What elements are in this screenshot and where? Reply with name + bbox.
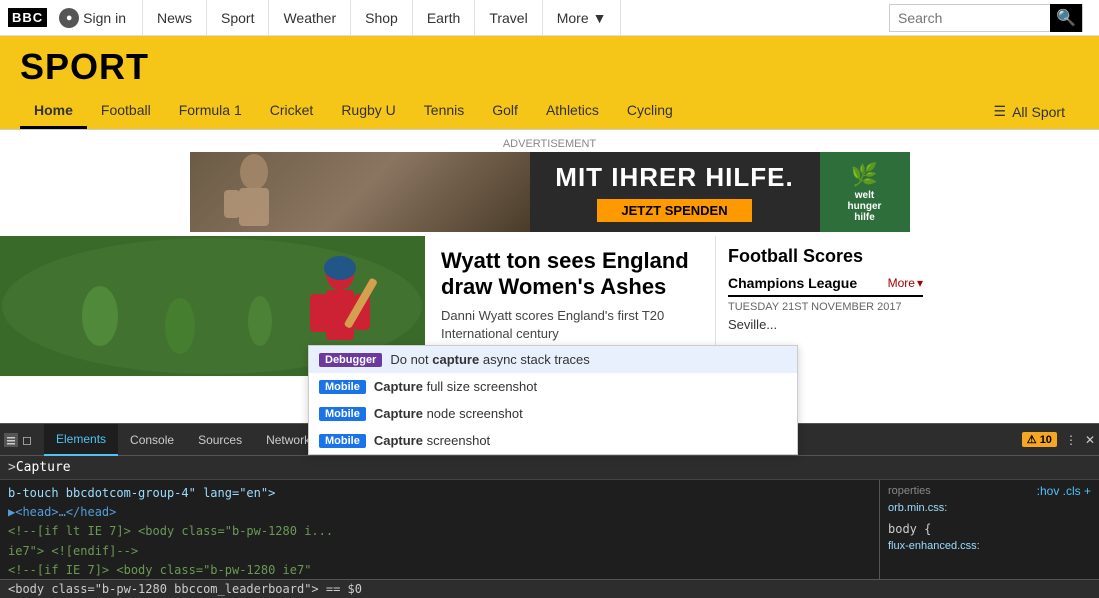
scores-title: Football Scores bbox=[728, 246, 923, 267]
ad-banner: MIT IHRER HILFE. JETZT SPENDEN 🌿 welt hu… bbox=[190, 152, 910, 232]
search-box: 🔍 bbox=[889, 4, 1083, 32]
bbc-logo-text: BBC bbox=[8, 8, 47, 27]
hamburger-icon: ☰ bbox=[994, 103, 1007, 120]
devtools-styles-panel: roperties :hov .cls + orb.min.css: body … bbox=[879, 480, 1099, 579]
autocomplete-item-1[interactable]: Mobile Capture full size screenshot bbox=[309, 373, 797, 400]
autocomplete-dropdown: Debugger Do not capture async stack trac… bbox=[308, 345, 798, 455]
sport-nav-football[interactable]: Football bbox=[87, 94, 165, 129]
nav-earth[interactable]: Earth bbox=[413, 0, 475, 36]
ad-logo-line3: hilfe bbox=[854, 212, 875, 223]
ad-image bbox=[190, 152, 530, 232]
ad-cta-button[interactable]: JETZT SPENDEN bbox=[597, 199, 751, 222]
autocomplete-item-2[interactable]: Mobile Capture node screenshot bbox=[309, 400, 797, 427]
sport-nav-home[interactable]: Home bbox=[20, 94, 87, 129]
sign-in-button[interactable]: ● Sign in bbox=[59, 8, 126, 28]
user-icon: ● bbox=[59, 8, 79, 28]
hov-cls-toggle[interactable]: :hov .cls + bbox=[1037, 484, 1091, 498]
sport-title: SPORT bbox=[20, 46, 1079, 88]
warning-badge: ⚠ 10 bbox=[1022, 432, 1057, 447]
bbc-logo[interactable]: BBC bbox=[8, 8, 47, 27]
sign-in-label: Sign in bbox=[83, 10, 126, 26]
search-button[interactable]: 🔍 bbox=[1050, 4, 1082, 32]
leaf-icon: 🌿 bbox=[851, 162, 878, 188]
nav-more[interactable]: More ▼ bbox=[543, 0, 622, 36]
nav-weather[interactable]: Weather bbox=[269, 0, 351, 36]
autocomplete-item-3[interactable]: Mobile Capture screenshot bbox=[309, 427, 797, 454]
article-headline[interactable]: Wyatt ton sees England draw Women's Ashe… bbox=[441, 248, 699, 301]
top-nav: BBC ● Sign in News Sport Weather Shop Ea… bbox=[0, 0, 1099, 36]
ad-text: MIT IHRER HILFE. JETZT SPENDEN bbox=[530, 154, 820, 230]
sport-nav-rugbyu[interactable]: Rugby U bbox=[327, 94, 409, 129]
advertisement-label: ADVERTISEMENT bbox=[0, 138, 1099, 150]
devtools-bottom-bar: <body class="b-pw-1280 bbccom_leaderboar… bbox=[0, 579, 1099, 598]
command-input-row: > bbox=[0, 456, 1099, 480]
scores-more-button[interactable]: More ▾ bbox=[888, 276, 923, 290]
chevron-down-icon-small: ▾ bbox=[917, 276, 923, 290]
sport-nav-athletics[interactable]: Athletics bbox=[532, 94, 613, 129]
code-line-1: b-touch bbcdotcom-group-4" lang="en"> bbox=[8, 484, 871, 503]
nav-travel[interactable]: Travel bbox=[475, 0, 542, 36]
scores-date: Tuesday 21st November 2017 bbox=[728, 301, 923, 313]
devtools-close-icon[interactable]: ✕ bbox=[1085, 433, 1095, 447]
code-line-4: ie7"> <![endif]--> bbox=[8, 542, 871, 561]
autocomplete-text-1: Capture full size screenshot bbox=[374, 379, 537, 394]
devtools-body: b-touch bbcdotcom-group-4" lang="en"> ▶<… bbox=[0, 480, 1099, 579]
autocomplete-item-0[interactable]: Debugger Do not capture async stack trac… bbox=[309, 346, 797, 373]
code-line-5: <!--[if IE 7]> <body class="b-pw-1280 ie… bbox=[8, 561, 871, 579]
devtools-right-header: roperties :hov .cls + bbox=[888, 484, 1091, 498]
sport-header: SPORT bbox=[0, 36, 1099, 94]
advertisement-section: ADVERTISEMENT MIT IHRER HILFE. JETZT SPE… bbox=[0, 130, 1099, 236]
autocomplete-text-3: Capture screenshot bbox=[374, 433, 490, 448]
devtools-tab-elements[interactable]: Elements bbox=[44, 424, 118, 456]
code-line-2: ▶<head>…</head> bbox=[8, 503, 871, 522]
ad-logo: 🌿 welt hunger hilfe bbox=[820, 152, 910, 232]
nav-news[interactable]: News bbox=[142, 0, 207, 36]
css-ref-1: orb.min.css: bbox=[888, 502, 1091, 514]
sport-nav-formula1[interactable]: Formula 1 bbox=[165, 94, 256, 129]
devtools-panel-icon[interactable]: ◻ bbox=[22, 433, 36, 447]
devtools-toggle[interactable] bbox=[4, 433, 18, 447]
devtools-dom-view: b-touch bbcdotcom-group-4" lang="en"> ▶<… bbox=[0, 480, 879, 579]
devtools-tab-icons: ⚠ 10 ⋮ ✕ bbox=[1022, 432, 1095, 447]
badge-mobile-3: Mobile bbox=[319, 434, 366, 448]
article-summary: Danni Wyatt scores England's first T20 I… bbox=[441, 307, 699, 343]
autocomplete-text-2: Capture node screenshot bbox=[374, 406, 523, 421]
body-style: body { bbox=[888, 522, 1091, 536]
nav-shop[interactable]: Shop bbox=[351, 0, 413, 36]
top-nav-links: News Sport Weather Shop Earth Travel Mor… bbox=[142, 0, 889, 36]
badge-mobile-1: Mobile bbox=[319, 380, 366, 394]
competition-name: Champions League bbox=[728, 275, 857, 291]
sport-nav-tennis[interactable]: Tennis bbox=[410, 94, 478, 129]
badge-debugger-0: Debugger bbox=[319, 353, 382, 367]
command-prompt: > bbox=[8, 460, 16, 475]
command-input[interactable] bbox=[16, 460, 1091, 475]
sport-nav: Home Football Formula 1 Cricket Rugby U … bbox=[0, 94, 1099, 130]
scores-team: Seville... bbox=[728, 317, 923, 332]
scores-competition: Champions League More ▾ bbox=[728, 275, 923, 297]
sport-nav-golf[interactable]: Golf bbox=[478, 94, 532, 129]
chevron-down-icon: ▼ bbox=[593, 10, 607, 26]
all-sport-label: All Sport bbox=[1012, 104, 1065, 120]
devtools-tab-sources[interactable]: Sources bbox=[186, 424, 254, 456]
devtools-tab-console[interactable]: Console bbox=[118, 424, 186, 456]
sport-nav-cycling[interactable]: Cycling bbox=[613, 94, 687, 129]
css-ref-2: flux-enhanced.css: bbox=[888, 540, 1091, 552]
devtools-menu-icon[interactable]: ⋮ bbox=[1065, 433, 1077, 447]
style-properties-label: roperties bbox=[888, 485, 931, 497]
ad-logo-line2: hunger bbox=[848, 201, 882, 212]
nav-sport[interactable]: Sport bbox=[207, 0, 269, 36]
ad-logo-line1: welt bbox=[855, 190, 874, 201]
all-sport-button[interactable]: ☰ All Sport bbox=[980, 95, 1079, 128]
autocomplete-text-0: Do not capture async stack traces bbox=[390, 352, 589, 367]
code-line-3: <!--[if lt IE 7]> <body class="b-pw-1280… bbox=[8, 522, 871, 541]
sport-nav-cricket[interactable]: Cricket bbox=[256, 94, 328, 129]
ad-headline: MIT IHRER HILFE. bbox=[555, 162, 793, 193]
search-input[interactable] bbox=[890, 10, 1050, 26]
badge-mobile-2: Mobile bbox=[319, 407, 366, 421]
